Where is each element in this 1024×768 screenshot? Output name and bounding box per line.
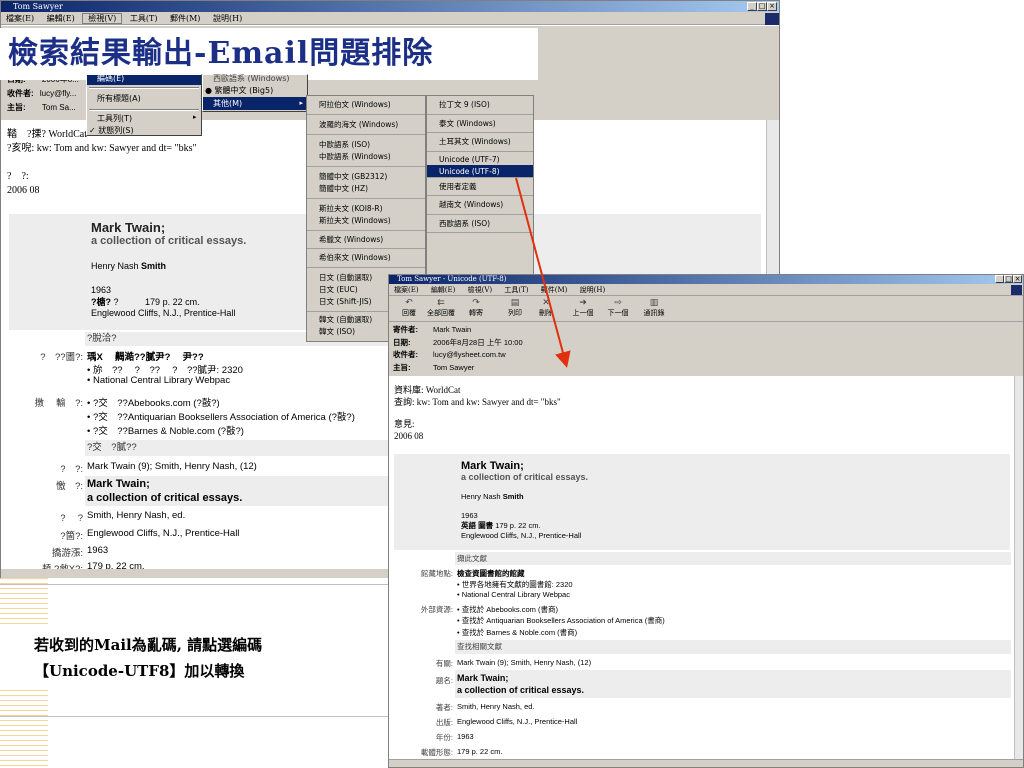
callout-line-2: 【Unicode-UTF8】加以轉換 [34,662,245,680]
arrow-line [515,177,571,368]
callout-text: 若收到的Mail為亂碼, 請點選編碼 【Unicode-UTF8】加以轉換 [34,632,262,684]
callout-line-1: 若收到的Mail為亂碼, 請點選編碼 [34,636,263,654]
decorative-hatch-bottom [0,690,48,768]
decorative-line [0,716,388,717]
decorative-hatch-top [0,578,48,626]
decorative-line [0,584,388,585]
